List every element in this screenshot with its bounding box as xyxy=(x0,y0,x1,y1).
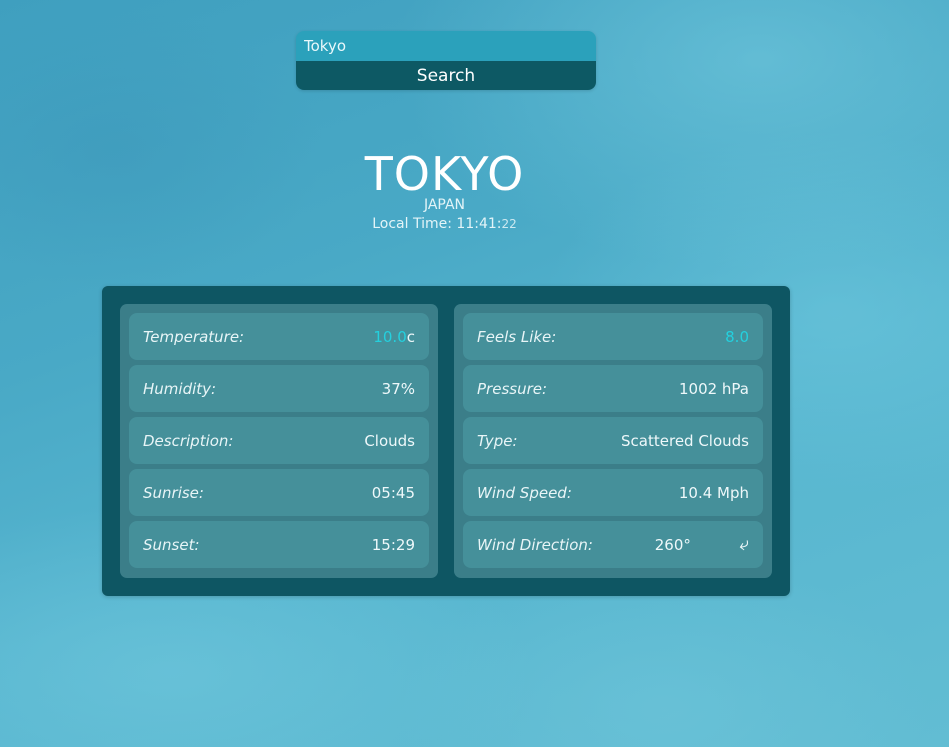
type-value: Scattered Clouds xyxy=(621,431,749,450)
temperature-value: 10.0c xyxy=(373,328,415,346)
wind-arrow-icon: ⤶ xyxy=(737,532,751,556)
feels-like-value: 8.0 xyxy=(725,327,749,346)
temperature-unit: c xyxy=(406,327,415,346)
type-label: Type: xyxy=(477,431,518,450)
local-time-seconds: 22 xyxy=(501,217,517,231)
sunrise-value: 05:45 xyxy=(371,483,415,502)
search-button[interactable]: Search xyxy=(296,61,596,90)
wind-direction-degrees: 260° xyxy=(654,535,691,554)
sunset-value: 15:29 xyxy=(371,535,415,554)
weather-panel: Temperature: 10.0c Humidity: 37% Descrip… xyxy=(102,286,790,596)
wind-speed-label: Wind Speed: xyxy=(477,483,572,502)
humidity-value: 37% xyxy=(381,379,415,398)
temperature-label: Temperature: xyxy=(143,327,245,346)
feels-like-row: Feels Like: 8.0 xyxy=(463,313,763,360)
wind-speed-value: 10.4 Mph xyxy=(678,483,749,502)
country-label: JAPAN xyxy=(423,197,466,213)
wind-direction-label: Wind Direction: xyxy=(477,535,593,554)
humidity-label: Humidity: xyxy=(143,379,217,398)
wind-speed-row: Wind Speed: 10.4 Mph xyxy=(463,469,763,516)
local-time-label: Local Time: xyxy=(372,216,452,232)
temperature-number: 10.0 xyxy=(373,327,407,346)
description-value: Clouds xyxy=(364,431,415,450)
sunrise-label: Sunrise: xyxy=(143,483,204,502)
city-title: TOKYO xyxy=(364,147,525,201)
pressure-label: Pressure: xyxy=(477,379,548,398)
search-input[interactable] xyxy=(296,31,596,61)
local-time-hm: 11:41: xyxy=(456,216,502,232)
description-label: Description: xyxy=(143,431,234,450)
pressure-row: Pressure: 1002 hPa xyxy=(463,365,763,412)
weather-column-right: Feels Like: 8.0 Pressure: 1002 hPa Type:… xyxy=(454,304,772,578)
wind-direction-row: Wind Direction: 260° ⤶ xyxy=(463,521,763,568)
wind-direction-value: 260° ⤶ xyxy=(654,532,751,556)
pressure-value: 1002 hPa xyxy=(678,379,749,398)
type-row: Type: Scattered Clouds xyxy=(463,417,763,464)
search-bar: Search xyxy=(296,31,596,90)
feels-like-label: Feels Like: xyxy=(477,327,557,346)
humidity-row: Humidity: 37% xyxy=(129,365,429,412)
weather-column-left: Temperature: 10.0c Humidity: 37% Descrip… xyxy=(120,304,438,578)
sunset-label: Sunset: xyxy=(143,535,200,554)
sunset-row: Sunset: 15:29 xyxy=(129,521,429,568)
description-row: Description: Clouds xyxy=(129,417,429,464)
sunrise-row: Sunrise: 05:45 xyxy=(129,469,429,516)
local-time: Local Time: 11:41:22 xyxy=(0,216,889,232)
temperature-row: Temperature: 10.0c xyxy=(129,313,429,360)
